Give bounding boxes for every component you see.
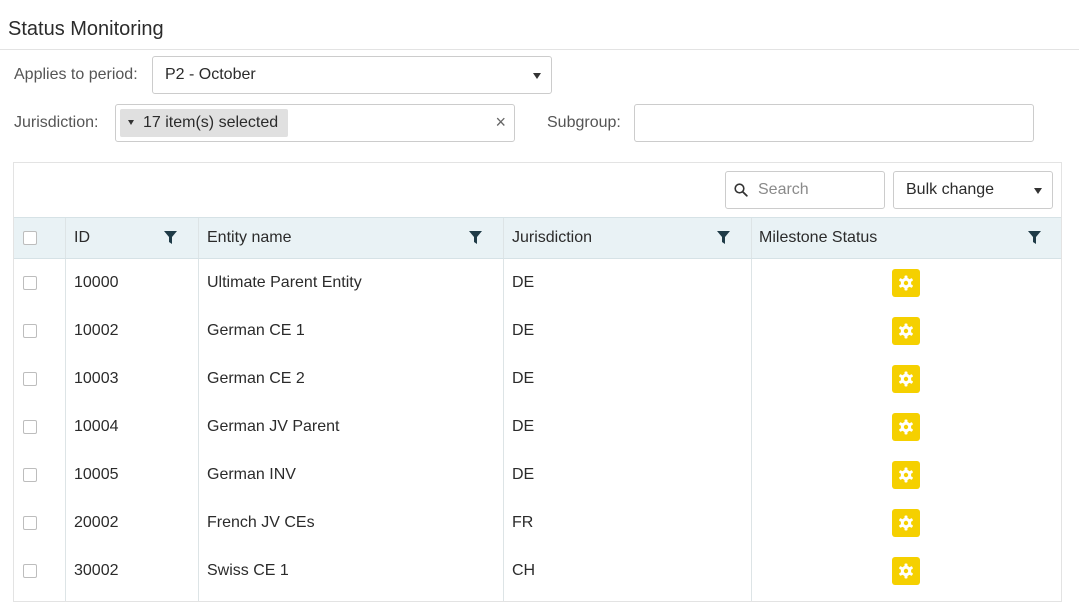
row-checkbox[interactable] [23,564,37,578]
table-row[interactable]: 10005 German INV DE [14,451,1061,499]
table-row[interactable]: 10003 German CE 2 DE [14,355,1061,403]
bulk-change-label: Bulk change [906,181,995,198]
column-divider [198,218,199,258]
gear-icon [899,467,913,483]
cell-id: 10000 [74,274,119,291]
cell-entity-name: German CE 1 [207,322,305,339]
column-header-jurisdiction[interactable]: Jurisdiction [512,228,592,248]
period-value: P2 - October [165,66,256,83]
select-all-checkbox[interactable] [23,231,37,245]
row-checkbox[interactable] [23,516,37,530]
cell-jurisdiction: DE [512,274,535,291]
table-row[interactable]: 10000 Ultimate Parent Entity DE [14,259,1061,307]
cell-jurisdiction: DE [512,322,535,339]
filter-icon[interactable] [1028,231,1041,245]
cell-jurisdiction: CH [512,562,536,579]
table-row[interactable]: 10004 German JV Parent DE [14,403,1061,451]
gear-icon [899,515,913,531]
cell-entity-name: Ultimate Parent Entity [207,274,362,291]
cell-id: 20002 [74,514,119,531]
cell-entity-name: German CE 2 [207,370,305,387]
milestone-status-button[interactable] [892,509,920,537]
filter-icon[interactable] [717,231,730,245]
page-header: Status Monitoring [0,0,1079,50]
column-divider [65,218,66,258]
clear-icon[interactable]: × [495,112,506,132]
period-label: Applies to period: [14,66,138,83]
table-row[interactable]: 20002 French JV CEs FR [14,499,1061,547]
jurisdiction-multiselect[interactable]: 17 item(s) selected × [115,104,515,142]
cell-id: 10002 [74,322,119,339]
subgroup-label: Subgroup: [547,114,621,131]
cell-entity-name: Swiss CE 1 [207,562,289,579]
row-checkbox[interactable] [23,372,37,386]
search-input[interactable] [758,178,876,202]
period-dropdown[interactable]: P2 - October [152,56,552,94]
column-header-milestone-status[interactable]: Milestone Status [759,228,877,248]
milestone-status-button[interactable] [892,317,920,345]
row-checkbox[interactable] [23,276,37,290]
cell-jurisdiction: DE [512,370,535,387]
table-row[interactable]: 10002 German CE 1 DE [14,307,1061,355]
column-divider [503,218,504,258]
jurisdiction-selection-chip[interactable]: 17 item(s) selected [120,109,288,137]
cell-jurisdiction: DE [512,418,535,435]
page-title: Status Monitoring [8,18,164,40]
column-header-id[interactable]: ID [74,228,90,248]
cell-id: 10004 [74,418,119,435]
milestone-status-button[interactable] [892,557,920,585]
cell-jurisdiction: FR [512,514,534,531]
chevron-down-icon [533,73,541,79]
milestone-status-button[interactable] [892,269,920,297]
search-icon [734,183,748,197]
cell-entity-name: German INV [207,466,296,483]
filter-icon[interactable] [469,231,482,245]
table-row[interactable]: 30002 Swiss CE 1 CH [14,547,1061,595]
gear-icon [899,563,913,579]
table-header: ID Entity name Jurisdiction Milestone St… [14,217,1061,259]
milestone-status-button[interactable] [892,413,920,441]
gear-icon [899,275,913,291]
chevron-down-icon [128,120,134,125]
column-header-entity-name[interactable]: Entity name [207,228,291,248]
gear-icon [899,419,913,435]
cell-entity-name: French JV CEs [207,514,315,531]
cell-entity-name: German JV Parent [207,418,340,435]
column-divider [751,218,752,258]
cell-jurisdiction: DE [512,466,535,483]
jurisdiction-chip-label: 17 item(s) selected [143,114,279,131]
search-box[interactable] [725,171,885,209]
filter-icon[interactable] [164,231,177,245]
gear-icon [899,371,913,387]
gear-icon [899,323,913,339]
chevron-down-icon [1034,188,1042,194]
subgroup-input[interactable] [634,104,1034,142]
milestone-status-button[interactable] [892,365,920,393]
cell-id: 10005 [74,466,119,483]
bulk-change-dropdown[interactable]: Bulk change [893,171,1053,209]
jurisdiction-label: Jurisdiction: [14,114,99,131]
row-checkbox[interactable] [23,468,37,482]
milestone-status-button[interactable] [892,461,920,489]
row-checkbox[interactable] [23,324,37,338]
table-body: 10000 Ultimate Parent Entity DE 10002 Ge… [14,259,1061,601]
cell-id: 10003 [74,370,119,387]
row-checkbox[interactable] [23,420,37,434]
status-grid: Bulk change ID Entity name Jurisdiction … [13,162,1062,602]
cell-id: 30002 [74,562,119,579]
